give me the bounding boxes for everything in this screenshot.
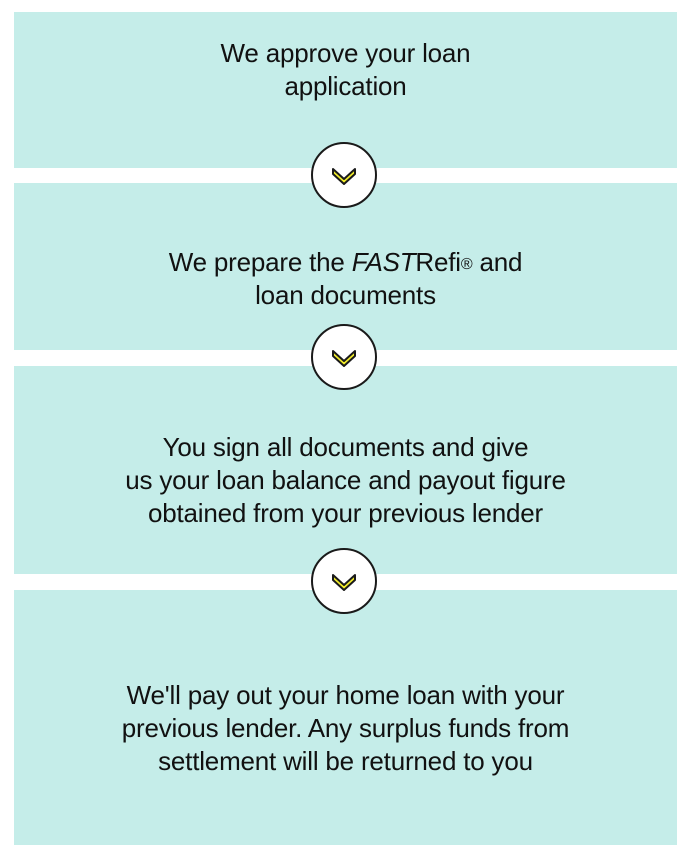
step-3-box: You sign all documents and give us your …	[14, 366, 677, 574]
connector-3	[311, 548, 377, 614]
chevron-down-icon	[332, 168, 356, 185]
step-1-text: We approve your loan application	[221, 37, 471, 103]
fast-brand-italic: FAST	[351, 246, 416, 277]
step-2-suffix: and	[472, 246, 523, 277]
refi-brand-text: Refi	[415, 246, 461, 277]
step-1-line-1: We approve your loan	[220, 38, 471, 68]
step-4-text: We'll pay out your home loan with your p…	[121, 679, 570, 778]
step-3-line-3: obtained from your previous lender	[148, 497, 543, 528]
connector-1	[311, 142, 377, 208]
step-3-line-2: us your loan balance and payout figure	[125, 464, 566, 495]
step-3-line-1: You sign all documents and give	[162, 431, 529, 462]
step-2-line-2: loan documents	[255, 279, 436, 310]
step-2-line-1: We prepare the FASTRefi® and	[169, 246, 523, 279]
step-2-prefix: We prepare the	[168, 246, 352, 277]
registered-mark: ®	[460, 255, 473, 273]
step-4-line-1: We'll pay out your home loan with your	[126, 680, 565, 710]
step-4-line-3: settlement will be returned to you	[158, 746, 533, 776]
step-1-line-2: application	[284, 71, 407, 101]
step-3-text: You sign all documents and give us your …	[125, 431, 566, 530]
chevron-down-icon	[332, 574, 356, 591]
connector-2	[311, 324, 377, 390]
step-2-text: We prepare the FASTRefi® and loan docume…	[169, 246, 523, 312]
chevron-down-icon	[332, 350, 356, 367]
step-4-box: We'll pay out your home loan with your p…	[14, 590, 677, 845]
step-4-line-2: previous lender. Any surplus funds from	[121, 713, 570, 743]
